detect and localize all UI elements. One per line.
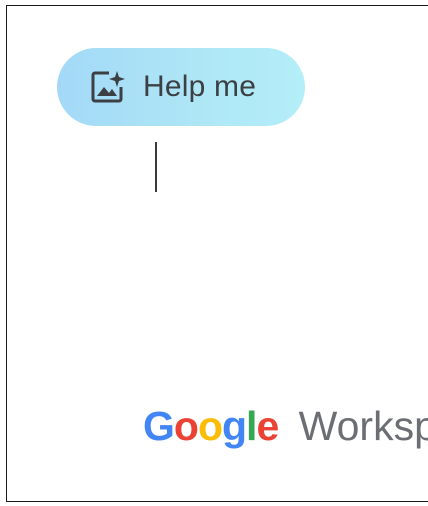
content-frame: Help me Google Workspa: [6, 5, 428, 502]
image-sparkle-icon: [89, 69, 125, 105]
text-cursor: [155, 142, 157, 192]
help-me-button[interactable]: Help me: [57, 48, 305, 126]
workspace-wordmark: Workspa: [298, 403, 428, 449]
help-me-label: Help me: [143, 70, 257, 103]
google-wordmark: Google: [143, 403, 279, 449]
google-workspace-logo: Google Workspa: [143, 406, 428, 447]
